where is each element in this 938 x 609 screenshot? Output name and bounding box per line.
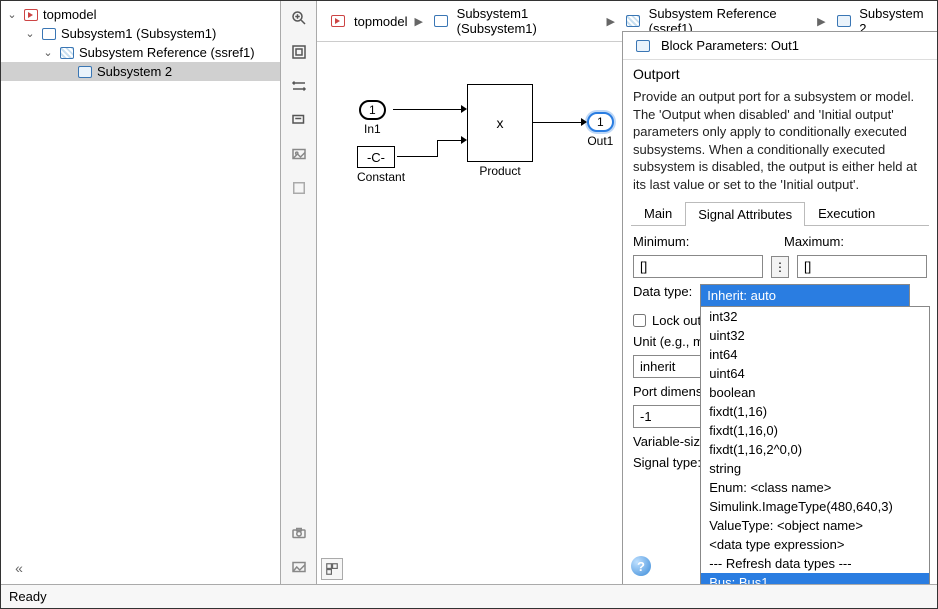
signal-line[interactable] <box>437 140 438 157</box>
subsystem-icon <box>434 14 449 28</box>
dd-option[interactable]: --- Refresh data types --- <box>701 554 929 573</box>
zoom-in-icon[interactable] <box>288 7 310 29</box>
canvas-area: topmodel ▶ Subsystem1 (Subsystem1) ▶ Sub… <box>317 1 937 584</box>
section-description: Provide an output port for a subsystem o… <box>623 86 937 201</box>
dd-option[interactable]: int64 <box>701 345 929 364</box>
tree-item-subsystem2[interactable]: Subsystem 2 <box>1 62 280 81</box>
collapse-toolstrip-icon[interactable]: « <box>8 557 30 579</box>
bird-eye-view-button[interactable] <box>321 558 343 580</box>
outport-oval: 1 <box>587 112 614 132</box>
dd-option[interactable]: uint64 <box>701 364 929 383</box>
block-constant[interactable]: -C- Constant <box>357 146 405 184</box>
block-icon <box>635 39 651 53</box>
tree-label: topmodel <box>43 7 96 22</box>
tree-expand-toggle[interactable]: ⌄ <box>41 46 55 59</box>
block-label: Product <box>467 164 533 178</box>
dd-option[interactable]: fixdt(1,16) <box>701 402 929 421</box>
block-product[interactable]: x Product <box>467 84 533 178</box>
ssref-icon <box>59 46 75 60</box>
subsystem-icon <box>41 27 57 41</box>
signal-line[interactable] <box>533 122 583 123</box>
arrowhead-icon <box>581 118 587 126</box>
dd-option[interactable]: boolean <box>701 383 929 402</box>
dd-option[interactable]: string <box>701 459 929 478</box>
dd-option[interactable]: ValueType: <object name> <box>701 516 929 535</box>
dd-option[interactable]: Enum: <class name> <box>701 478 929 497</box>
tab-main[interactable]: Main <box>631 201 685 225</box>
help-icon[interactable]: ? <box>631 556 651 576</box>
tree-label: Subsystem1 (Subsystem1) <box>61 26 216 41</box>
canvas-toolstrip: « <box>281 1 317 584</box>
screenshot-icon[interactable] <box>288 522 310 544</box>
dd-option[interactable]: fixdt(1,16,2^0,0) <box>701 440 929 459</box>
tab-execution[interactable]: Execution <box>805 201 888 225</box>
block-label: Constant <box>357 170 405 184</box>
sub2-icon <box>837 14 852 28</box>
maximum-label: Maximum: <box>784 234 927 249</box>
breadcrumb-sep-icon: ▶ <box>604 15 616 28</box>
breadcrumb-sep-icon: ▶ <box>412 15 424 28</box>
tree-expand-toggle[interactable]: ⌄ <box>23 27 37 40</box>
datatype-options-list[interactable]: int32 uint32 int64 uint64 boolean fixdt(… <box>700 306 930 584</box>
tree-item-subsystem1[interactable]: ⌄ Subsystem1 (Subsystem1) <box>1 24 280 43</box>
breadcrumb-sep-icon: ▶ <box>815 15 827 28</box>
block-label: In1 <box>359 122 386 136</box>
dd-option[interactable]: fixdt(1,16,0) <box>701 421 929 440</box>
tree-label: Subsystem 2 <box>97 64 172 79</box>
area-icon[interactable] <box>288 177 310 199</box>
fit-to-view-icon[interactable] <box>288 41 310 63</box>
minimum-more-button[interactable]: ⋮ <box>771 256 789 278</box>
dd-option[interactable]: Simulink.ImageType(480,640,3) <box>701 497 929 516</box>
section-heading: Outport <box>623 60 937 86</box>
minimum-label: Minimum: <box>633 234 776 249</box>
signal-line[interactable] <box>437 140 463 141</box>
param-tabs: Main Signal Attributes Execution <box>631 201 929 226</box>
param-form: Minimum: Maximum: [] ⋮ [] Data type: <box>623 226 937 478</box>
ssref-icon <box>626 14 641 28</box>
block-out1[interactable]: 1 Out1 <box>587 112 614 148</box>
dd-option[interactable]: uint32 <box>701 326 929 345</box>
block-parameters-panel: Block Parameters: Out1 Outport Provide a… <box>622 31 937 584</box>
breadcrumb-label: topmodel <box>354 14 407 29</box>
lock-output-checkbox[interactable] <box>633 314 646 327</box>
tree-expand-toggle[interactable]: ⌄ <box>5 8 19 21</box>
block-in1[interactable]: 1 In1 <box>359 100 386 136</box>
tab-signal-attributes[interactable]: Signal Attributes <box>685 202 805 226</box>
arrowhead-icon <box>461 136 467 144</box>
topmodel-icon <box>330 14 346 28</box>
signal-line[interactable] <box>393 109 463 110</box>
product-box: x <box>467 84 533 162</box>
model-browser-tree[interactable]: ⌄ topmodel ⌄ Subsystem1 (Subsystem1) ⌄ S… <box>1 1 281 584</box>
image-icon[interactable] <box>288 143 310 165</box>
arrowhead-icon <box>461 105 467 113</box>
dd-option[interactable]: Bus: Bus1 <box>701 573 929 584</box>
tree-item-ssref[interactable]: ⌄ Subsystem Reference (ssref1) <box>1 43 280 62</box>
sub2-icon <box>77 65 93 79</box>
status-bar: Ready <box>1 584 937 608</box>
signal-line[interactable] <box>397 156 437 157</box>
annotation-icon[interactable] <box>288 109 310 131</box>
panel-title: Block Parameters: Out1 <box>661 38 799 53</box>
minimum-input[interactable]: [] <box>633 255 763 278</box>
tree-label: Subsystem Reference (ssref1) <box>79 45 255 60</box>
block-label: Out1 <box>587 134 614 148</box>
breadcrumb-item[interactable]: topmodel <box>323 13 410 30</box>
tree-item-topmodel[interactable]: ⌄ topmodel <box>1 5 280 24</box>
dd-option[interactable]: int32 <box>701 307 929 326</box>
inport-oval: 1 <box>359 100 386 120</box>
viewmark-icon[interactable] <box>288 556 310 578</box>
datatype-dropdown[interactable]: Inherit: auto int32 uint32 int64 uint64 … <box>700 284 910 307</box>
datatype-value[interactable]: Inherit: auto <box>700 284 910 307</box>
constant-box: -C- <box>357 146 395 168</box>
breadcrumb-item[interactable]: Subsystem1 (Subsystem1) <box>427 5 603 37</box>
dd-option[interactable]: <data type expression> <box>701 535 929 554</box>
panel-titlebar[interactable]: Block Parameters: Out1 <box>623 32 937 60</box>
toggle-perspective-icon[interactable] <box>288 75 310 97</box>
maximum-input[interactable]: [] <box>797 255 927 278</box>
breadcrumb-label: Subsystem1 (Subsystem1) <box>457 6 600 36</box>
topmodel-icon <box>23 8 39 22</box>
datatype-label: Data type: <box>633 284 692 299</box>
